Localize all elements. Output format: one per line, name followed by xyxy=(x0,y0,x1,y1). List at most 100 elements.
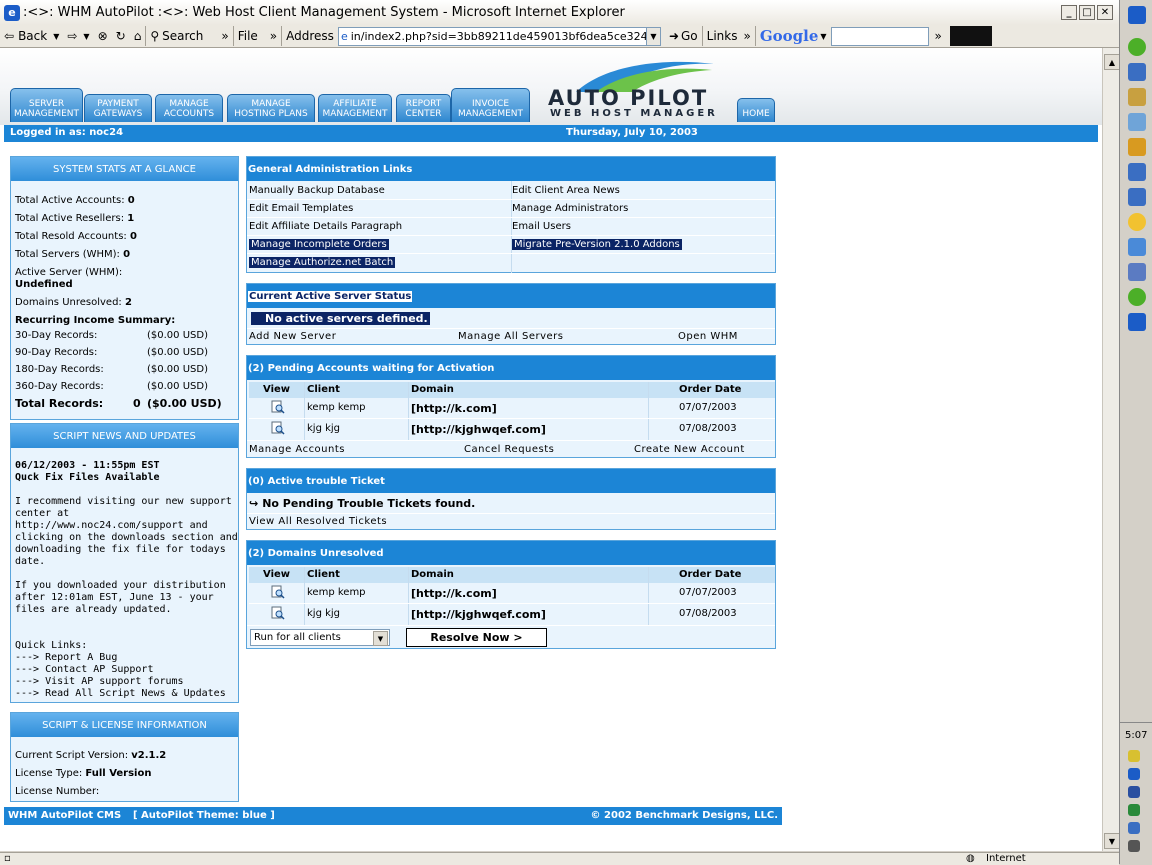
link-report-bug[interactable]: ---> Report A Bug xyxy=(15,652,117,664)
app-icon[interactable] xyxy=(1128,163,1146,181)
google-toolbar[interactable]: Google ▼» xyxy=(754,26,946,46)
link-create-new-account[interactable]: Create New Account xyxy=(634,444,745,455)
tab-invoice-management[interactable]: INVOICE MANAGEMENT xyxy=(451,88,530,122)
link-edit-affiliate-details[interactable]: Edit Affiliate Details Paragraph xyxy=(249,221,402,232)
windows-start-icon[interactable] xyxy=(1128,6,1146,24)
link-add-new-server[interactable]: Add New Server xyxy=(249,331,336,342)
pending-accounts-box: (2) Pending Accounts waiting for Activat… xyxy=(246,355,776,458)
minimize-icon[interactable]: _ xyxy=(1061,5,1077,20)
domains-table-header: View Client Domain Order Date xyxy=(249,567,775,583)
footer-copyright: © 2002 Benchmark Designs, LLC. xyxy=(590,810,778,821)
vertical-scrollbar[interactable]: ▲ ▼ xyxy=(1102,48,1120,851)
tab-payment-gateways[interactable]: PAYMENT GATEWAYS xyxy=(84,94,152,122)
forward-button[interactable]: ⇨ ▼ xyxy=(63,26,93,46)
table-row[interactable]: kjg kjg [http://kjghwqef.com] 07/08/2003 xyxy=(249,604,775,624)
link-manage-administrators[interactable]: Manage Administrators xyxy=(512,203,628,214)
tray-icon[interactable] xyxy=(1128,840,1140,852)
license-panel: SCRIPT & LICENSE INFORMATION Current Scr… xyxy=(10,712,239,802)
app-icon[interactable] xyxy=(1128,38,1146,56)
refresh-button[interactable]: ↻ xyxy=(112,26,130,46)
link-support-forums[interactable]: ---> Visit AP support forums xyxy=(15,676,184,688)
footer-app-name: WHM AutoPilot CMS xyxy=(8,810,122,821)
link-contact-support[interactable]: ---> Contact AP Support xyxy=(15,664,153,676)
close-icon[interactable]: ✕ xyxy=(1097,5,1113,20)
speaker-icon[interactable] xyxy=(1128,750,1140,762)
app-icon[interactable] xyxy=(1128,63,1146,81)
client-select[interactable]: Run for all clients ▼ xyxy=(250,629,390,646)
maximize-icon[interactable]: □ xyxy=(1079,5,1095,20)
go-arrow-icon: ➜ xyxy=(668,29,679,43)
address-dropdown[interactable]: ▼ xyxy=(646,26,661,46)
back-button[interactable]: ⇦ Back ▼ xyxy=(0,26,63,46)
network-icon[interactable] xyxy=(1128,768,1140,780)
news-headline: Quck Fix Files Available xyxy=(15,472,160,483)
link-manage-authorize-batch[interactable]: Manage Authorize.net Batch xyxy=(249,257,396,268)
link-open-whm[interactable]: Open WHM xyxy=(678,331,738,342)
link-edit-client-news[interactable]: Edit Client Area News xyxy=(512,185,620,196)
app-icon[interactable] xyxy=(1128,288,1146,306)
table-row[interactable]: kemp kemp [http://k.com] 07/07/2003 xyxy=(249,398,775,419)
view-magnifier-icon[interactable] xyxy=(271,400,285,414)
domains-unresolved-title: (2) Domains Unresolved xyxy=(247,541,775,565)
tab-report-center[interactable]: REPORT CENTER xyxy=(396,94,451,122)
view-magnifier-icon[interactable] xyxy=(271,606,285,620)
app-icon[interactable] xyxy=(1128,138,1146,156)
logo-subtitle: WEB HOST MANAGER xyxy=(550,108,718,119)
tab-server-management[interactable]: SERVER MANAGEMENT xyxy=(10,88,83,122)
scroll-up-icon[interactable]: ▲ xyxy=(1104,54,1120,70)
link-view-resolved-tickets[interactable]: View All Resolved Tickets xyxy=(249,516,387,527)
link-manage-all-servers[interactable]: Manage All Servers xyxy=(458,331,563,342)
address-label: Address xyxy=(286,29,334,43)
app-icon[interactable] xyxy=(1128,213,1146,231)
page-header: SERVER MANAGEMENT PAYMENT GATEWAYS MANAGE A… xyxy=(0,48,1102,125)
tray-icon[interactable] xyxy=(1128,804,1140,816)
system-stats-title: SYSTEM STATS AT A GLANCE xyxy=(11,157,238,181)
app-icon[interactable] xyxy=(1128,88,1146,106)
app-icon[interactable] xyxy=(1128,263,1146,281)
no-tickets-message: No Pending Trouble Tickets found. xyxy=(262,497,476,510)
link-migrate-addons[interactable]: Migrate Pre-Version 2.1.0 Addons xyxy=(512,239,682,250)
browser-toolbar: ⇦ Back ▼ ⇨ ▼ ⊗ ↻ ⌂ ⚲ Search» File» Address e… xyxy=(0,25,1119,48)
address-input[interactable]: e in/index2.php?sid=3bb89211de459013bf6de… xyxy=(337,26,647,46)
view-magnifier-icon[interactable] xyxy=(271,585,285,599)
view-magnifier-icon[interactable] xyxy=(271,421,285,435)
trouble-tickets-title: (0) Active trouble Ticket xyxy=(247,469,775,493)
window-title: :<>: WHM AutoPilot :<>: Web Host Client … xyxy=(23,5,625,20)
tray-icon[interactable] xyxy=(1128,786,1140,798)
tab-affiliate-management[interactable]: AFFILIATE MANAGEMENT xyxy=(318,94,392,122)
tab-home[interactable]: HOME xyxy=(737,98,775,122)
chevron-down-icon: ▼ xyxy=(373,631,388,646)
link-backup-database[interactable]: Manually Backup Database xyxy=(249,185,385,196)
links-button[interactable]: Links» xyxy=(701,26,755,46)
admin-links-box: General Administration Links Manually Ba… xyxy=(246,156,776,273)
resolve-now-button[interactable]: Resolve Now > xyxy=(406,628,547,647)
search-button[interactable]: ⚲ Search» xyxy=(145,26,232,46)
app-icon[interactable] xyxy=(1128,238,1146,256)
tab-manage-accounts[interactable]: MANAGE ACCOUNTS xyxy=(155,94,223,122)
link-cancel-requests[interactable]: Cancel Requests xyxy=(464,444,554,455)
server-status-box: Current Active Server Status No active s… xyxy=(246,283,776,345)
server-status-title: Current Active Server Status xyxy=(248,290,413,302)
status-zone: Internet xyxy=(986,853,1026,864)
table-row[interactable]: kemp kemp [http://k.com] 07/07/2003 xyxy=(249,583,775,604)
table-row[interactable]: kjg kjg [http://kjghwqef.com] 07/08/2003 xyxy=(249,419,775,439)
window-titlebar[interactable]: e :<>: WHM AutoPilot :<>: Web Host Clien… xyxy=(0,0,1119,26)
google-search-input[interactable] xyxy=(830,26,929,46)
link-manage-incomplete-orders[interactable]: Manage Incomplete Orders xyxy=(249,239,389,250)
go-button[interactable]: ➜ Go xyxy=(665,26,702,46)
file-menu[interactable]: File» xyxy=(232,26,281,46)
home-button[interactable]: ⌂ xyxy=(130,26,146,46)
link-email-users[interactable]: Email Users xyxy=(512,221,571,232)
tab-manage-hosting-plans[interactable]: MANAGE HOSTING PLANS xyxy=(227,94,315,122)
link-manage-accounts[interactable]: Manage Accounts xyxy=(249,444,345,455)
app-icon[interactable] xyxy=(1128,113,1146,131)
tray-icon[interactable] xyxy=(1128,822,1140,834)
stop-button[interactable]: ⊗ xyxy=(94,26,112,46)
app-icon[interactable] xyxy=(1128,188,1146,206)
scroll-down-icon[interactable]: ▼ xyxy=(1104,833,1120,849)
link-read-all-news[interactable]: ---> Read All Script News & Updates xyxy=(15,688,226,700)
logo-text: AUTO PILOT xyxy=(548,86,709,110)
ie-task-icon[interactable] xyxy=(1128,313,1146,331)
logged-in-text: Logged in as: noc24 xyxy=(10,127,124,138)
link-edit-email-templates[interactable]: Edit Email Templates xyxy=(249,203,353,214)
